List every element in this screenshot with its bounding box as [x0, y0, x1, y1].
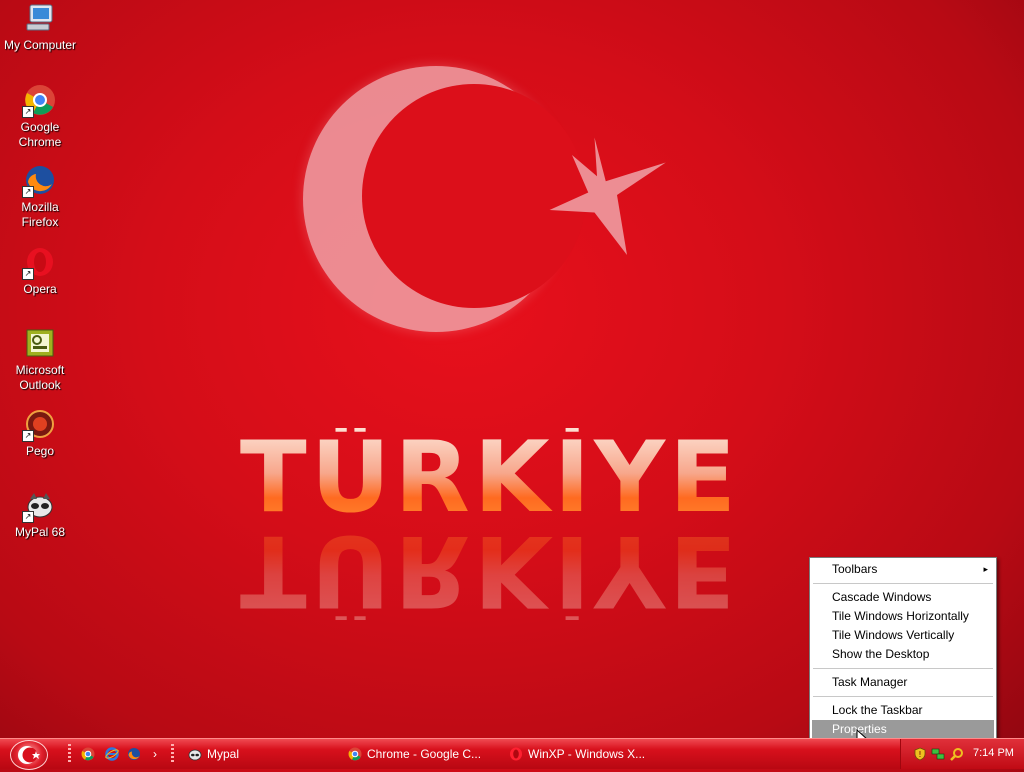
task-label: Chrome - Google C... [367, 747, 482, 761]
clock[interactable]: 7:14 PM [973, 747, 1014, 759]
menu-item-show-desktop[interactable]: Show the Desktop [812, 645, 994, 664]
start-button[interactable] [10, 740, 48, 770]
submenu-arrow-icon: ▸ [983, 564, 988, 574]
menu-separator [813, 696, 993, 697]
menu-separator [813, 668, 993, 669]
desktop-icon-label: Google Chrome [18, 120, 62, 149]
taskbar-context-menu: Toolbars ▸ Cascade Windows Tile Windows … [809, 557, 997, 742]
taskbar-button-mypal[interactable]: Mypal [188, 742, 338, 766]
desktop-icon-label: Mozilla Firefox [21, 200, 59, 229]
taskbar[interactable]: › Mypal Chrome - Google C... WinXP - Win… [0, 738, 1024, 770]
opera-icon [510, 747, 522, 761]
desktop-icon-pego[interactable]: ↗ Pego [0, 408, 80, 459]
menu-item-cascade-windows[interactable]: Cascade Windows [812, 588, 994, 607]
desktop-icon-label: MyPal 68 [14, 525, 66, 539]
firefox-icon: ↗ [22, 164, 56, 198]
menu-item-label: Cascade Windows [832, 590, 932, 604]
outlook-icon [24, 327, 56, 359]
desktop-icon-label: Pego [25, 444, 55, 458]
menu-item-toolbars[interactable]: Toolbars ▸ [812, 560, 994, 579]
menu-item-label: Tile Windows Horizontally [832, 609, 969, 623]
shortcut-arrow-icon: ↗ [22, 106, 34, 118]
desktop-icon-opera[interactable]: ↗ Opera [0, 246, 80, 297]
menu-item-lock-taskbar[interactable]: Lock the Taskbar [812, 701, 994, 720]
desktop-icon-label: Microsoft Outlook [15, 363, 65, 392]
quicklaunch-firefox-icon[interactable] [127, 747, 141, 761]
shortcut-arrow-icon: ↗ [22, 430, 34, 442]
menu-item-tile-vertically[interactable]: Tile Windows Vertically [812, 626, 994, 645]
shield-icon[interactable]: ! [913, 747, 927, 761]
desktop-icon-google-chrome[interactable]: ↗ Google Chrome [0, 84, 80, 150]
mypal-icon: ↗ [22, 489, 56, 523]
desktop-icon-label: Opera [23, 282, 57, 296]
task-label: WinXP - Windows X... [528, 747, 646, 761]
quicklaunch-chevron[interactable]: › [153, 742, 163, 766]
desktop: TÜRKİYE TÜRKİYE My Computer ↗ Google Chr… [0, 0, 1024, 749]
chrome-icon: ↗ [22, 84, 56, 118]
menu-item-label: Tile Windows Vertically [832, 628, 955, 642]
start-logo-icon [18, 746, 40, 764]
desktop-icon-mypal-68[interactable]: ↗ MyPal 68 [0, 489, 80, 540]
taskbar-button-winxp[interactable]: WinXP - Windows X... [509, 742, 659, 766]
shortcut-arrow-icon: ↗ [22, 186, 34, 198]
menu-separator [813, 583, 993, 584]
pego-icon: ↗ [22, 408, 56, 442]
shortcut-arrow-icon: ↗ [22, 511, 34, 523]
taskbar-button-chrome[interactable]: Chrome - Google C... [348, 742, 498, 766]
quicklaunch-chrome-icon[interactable] [81, 747, 95, 761]
quicklaunch-internet-explorer-icon[interactable] [105, 747, 119, 761]
network-icon[interactable] [931, 747, 945, 761]
taskbar-grip[interactable] [171, 744, 174, 764]
desktop-icon-label: My Computer [3, 38, 77, 52]
my-computer-icon [24, 2, 56, 34]
search-icon[interactable] [950, 747, 964, 761]
menu-item-label: Task Manager [832, 675, 908, 689]
menu-item-properties[interactable]: Properties [812, 720, 994, 739]
menu-item-label: Show the Desktop [832, 647, 930, 661]
menu-item-task-manager[interactable]: Task Manager [812, 673, 994, 692]
desktop-icon-mozilla-firefox[interactable]: ↗ Mozilla Firefox [0, 164, 80, 230]
shortcut-arrow-icon: ↗ [22, 268, 34, 280]
opera-icon: ↗ [22, 246, 56, 280]
chrome-icon [348, 747, 362, 761]
desktop-icon-my-computer[interactable]: My Computer [0, 2, 80, 53]
wallpaper-star [549, 137, 666, 255]
desktop-icon-microsoft-outlook[interactable]: Microsoft Outlook [0, 327, 80, 393]
wallpaper-title-reflection: TÜRKİYE [205, 513, 775, 627]
menu-item-tile-horizontally[interactable]: Tile Windows Horizontally [812, 607, 994, 626]
svg-text:!: ! [918, 750, 921, 759]
toolbar-grip[interactable] [68, 744, 71, 764]
mypal-icon [188, 749, 202, 761]
menu-item-label: Toolbars [832, 562, 878, 576]
menu-item-label: Lock the Taskbar [832, 703, 923, 717]
task-label: Mypal [207, 747, 240, 761]
